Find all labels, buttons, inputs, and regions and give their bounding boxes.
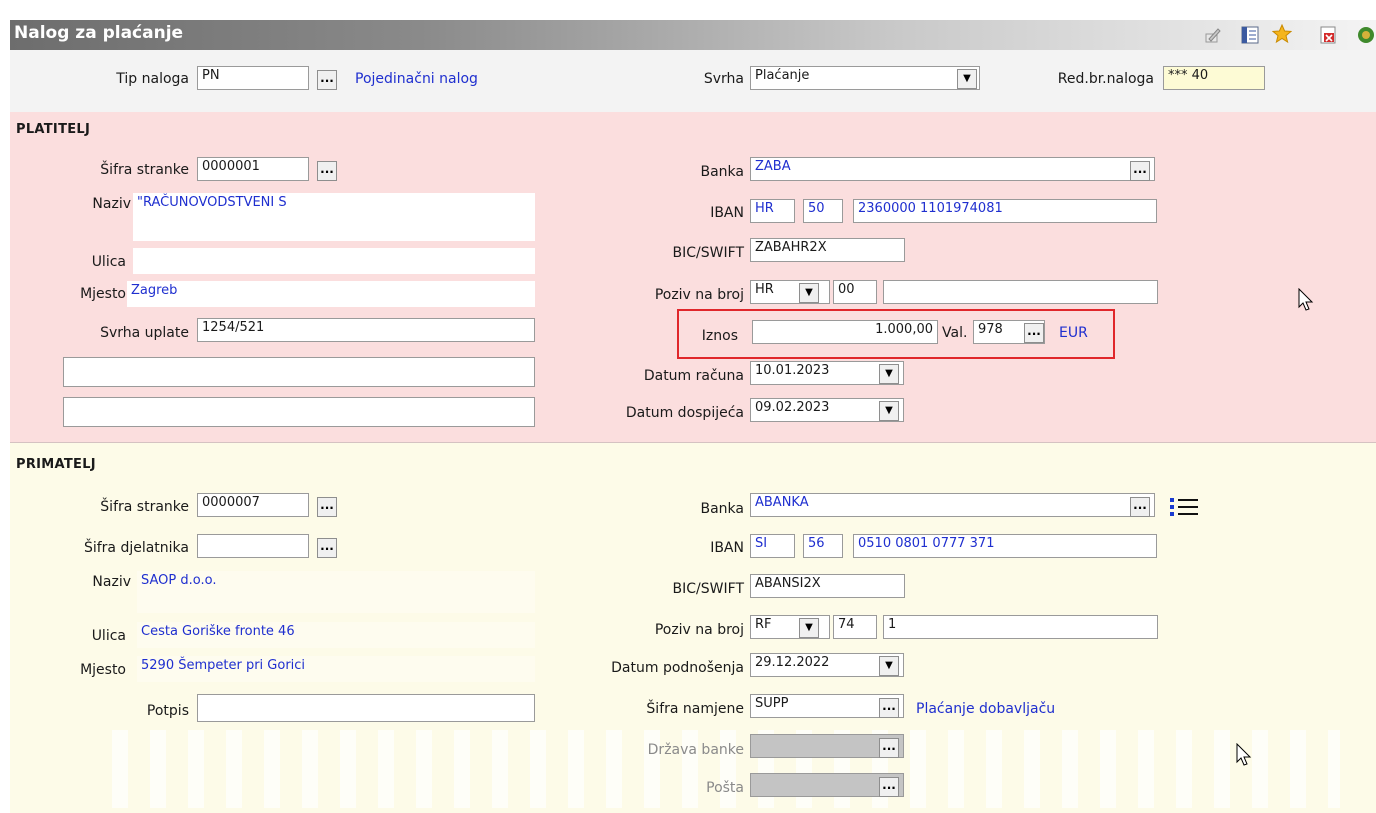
payee-posta-label: Pošta: [706, 780, 744, 796]
payee-sifra-stranke-browse-button[interactable]: ...: [317, 497, 337, 517]
payer-iban-country-field[interactable]: HR: [750, 199, 795, 223]
payee-potpis-label: Potpis: [146, 703, 189, 719]
window-title: Nalog za plaćanje: [14, 23, 184, 43]
payee-datum-podnosenja-label: Datum podnošenja: [611, 660, 744, 676]
payer-iban-check-field[interactable]: 50: [803, 199, 843, 223]
payee-sifra-djelatnika-browse-button[interactable]: ...: [317, 538, 337, 558]
payee-iban-check-field[interactable]: 56: [803, 534, 843, 558]
payee-banka-browse-button[interactable]: ...: [1130, 497, 1150, 517]
payee-posta-browse-button[interactable]: ...: [879, 777, 899, 797]
payee-banka-label: Banka: [700, 501, 745, 517]
payer-ulica-field[interactable]: [133, 248, 535, 274]
payee-datum-podnosenja-dropdown[interactable]: ▼: [879, 656, 899, 676]
payer-extra-field-1[interactable]: [63, 357, 535, 387]
payee-iban-label: IBAN: [710, 540, 744, 556]
payer-bic-label: BIC/SWIFT: [672, 245, 744, 261]
payer-banka-browse-button[interactable]: ...: [1130, 161, 1150, 181]
payer-naziv-label: Naziv: [92, 196, 131, 212]
payer-bic-field[interactable]: ZABAHR2X: [750, 238, 905, 262]
payer-poziv-number-field[interactable]: [883, 280, 1158, 304]
payer-datum-racuna-dropdown[interactable]: ▼: [879, 364, 899, 384]
payee-section-title: PRIMATELJ: [16, 457, 96, 472]
payer-iban-label: IBAN: [710, 205, 744, 221]
payer-ulica-label: Ulica: [91, 254, 126, 270]
red-br-naloga-field[interactable]: *** 40: [1163, 66, 1265, 90]
title-bar: [10, 20, 1376, 50]
payee-banka-field[interactable]: ABANKA: [750, 493, 1155, 517]
payer-sifra-stranke-field[interactable]: 0000001: [197, 157, 309, 181]
payee-naziv-field[interactable]: SAOP d.o.o.: [137, 571, 535, 613]
payer-iznos-field[interactable]: 1.000,00: [752, 320, 938, 344]
payer-sifra-stranke-browse-button[interactable]: ...: [317, 161, 337, 181]
payer-poziv-model-dropdown[interactable]: ▼: [799, 283, 819, 303]
payer-datum-dospijeca-dropdown[interactable]: ▼: [879, 401, 899, 421]
payee-sifra-namjene-description: Plaćanje dobavljaču: [916, 701, 1056, 717]
payee-sifra-djelatnika-field[interactable]: [197, 534, 309, 558]
layout-icon[interactable]: [1240, 25, 1260, 45]
svrha-select[interactable]: Plaćanje: [750, 66, 980, 90]
tip-naloga-description: Pojedinačni nalog: [355, 71, 478, 87]
payee-sifra-djelatnika-label: Šifra djelatnika: [83, 540, 189, 556]
payee-sifra-namjene-label: Šifra namjene: [646, 701, 744, 717]
mouse-cursor-icon: [1298, 288, 1314, 311]
payee-bic-field[interactable]: ABANSI2X: [750, 574, 905, 598]
payer-poziv-label: Poziv na broj: [654, 287, 744, 303]
svrha-label: Svrha: [703, 71, 744, 87]
payer-val-label: Val.: [942, 325, 968, 341]
payer-iznos-label: Iznos: [701, 328, 738, 344]
payer-poziv-code-field[interactable]: 00: [833, 280, 877, 304]
payee-poziv-model-dropdown[interactable]: ▼: [799, 618, 819, 638]
payer-banka-field[interactable]: ZABA: [750, 157, 1155, 181]
payer-svrha-uplate-field[interactable]: 1254/521: [197, 318, 535, 342]
payee-ulica-label: Ulica: [91, 628, 126, 644]
payee-bic-label: BIC/SWIFT: [672, 581, 744, 597]
payer-mjesto-label: Mjesto: [80, 286, 126, 302]
payee-iban-country-field[interactable]: SI: [750, 534, 795, 558]
payee-drzava-banke-label: Država banke: [647, 742, 744, 758]
payee-mjesto-label: Mjesto: [80, 662, 126, 678]
delete-icon[interactable]: [1318, 25, 1338, 45]
star-icon[interactable]: [1272, 24, 1292, 44]
tip-naloga-browse-button[interactable]: ...: [317, 70, 337, 90]
payer-banka-label: Banka: [700, 164, 745, 180]
payee-sifra-stranke-label: Šifra stranke: [100, 499, 189, 515]
payer-val-browse-button[interactable]: ...: [1024, 323, 1044, 343]
payee-poziv-label: Poziv na broj: [654, 622, 744, 638]
payer-datum-racuna-label: Datum računa: [643, 368, 744, 384]
edit-icon[interactable]: [1203, 25, 1223, 45]
mouse-cursor-icon-2: [1236, 743, 1252, 766]
red-br-naloga-label: Red.br.naloga: [1057, 71, 1154, 87]
payer-mjesto-field[interactable]: Zagreb: [127, 281, 535, 307]
payer-datum-dospijeca-label: Datum dospijeća: [625, 405, 744, 421]
payee-sifra-namjene-browse-button[interactable]: ...: [879, 698, 899, 718]
payee-potpis-field[interactable]: [197, 694, 535, 722]
payer-iban-number-field[interactable]: 2360000 1101974081: [853, 199, 1157, 223]
tip-naloga-label: Tip naloga: [116, 71, 189, 87]
payee-poziv-number-field[interactable]: 1: [883, 615, 1158, 639]
payee-drzava-banke-browse-button[interactable]: ...: [879, 738, 899, 758]
payee-mjesto-field[interactable]: 5290 Šempeter pri Gorici: [137, 656, 535, 682]
tip-naloga-field[interactable]: PN: [197, 66, 309, 90]
payer-naziv-field[interactable]: "RAČUNOVODSTVENI S: [133, 193, 535, 241]
list-icon[interactable]: [1167, 495, 1203, 519]
payee-ulica-field[interactable]: Cesta Goriške fronte 46: [137, 622, 535, 648]
svrha-dropdown-button[interactable]: ▼: [957, 69, 977, 89]
payer-section-title: PLATITELJ: [16, 122, 91, 137]
payee-iban-number-field[interactable]: 0510 0801 0777 371: [853, 534, 1157, 558]
payer-val-name: EUR: [1059, 325, 1088, 341]
payer-sifra-stranke-label: Šifra stranke: [100, 162, 189, 178]
exit-icon[interactable]: [1356, 25, 1376, 45]
payee-poziv-code-field[interactable]: 74: [833, 615, 877, 639]
payer-svrha-uplate-label: Svrha uplate: [100, 325, 189, 341]
payer-extra-field-2[interactable]: [63, 397, 535, 427]
payee-sifra-stranke-field[interactable]: 0000007: [197, 493, 309, 517]
payee-naziv-label: Naziv: [92, 574, 131, 590]
